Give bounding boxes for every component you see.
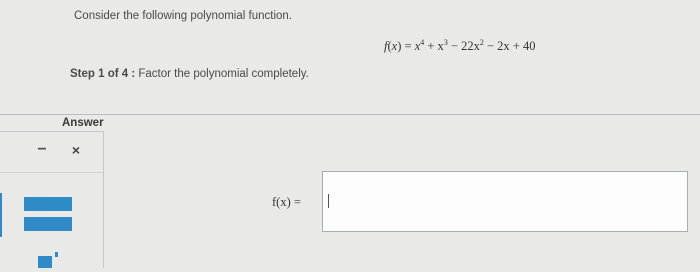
answer-label: Answer [62,117,104,129]
step-instruction: Step 1 of 4 : Factor the polynomial comp… [70,68,309,80]
answer-input[interactable] [322,171,688,232]
polynomial-definition: f(x) = x4 + x3 − 22x2 − 2x + 40 [384,38,536,54]
step-counter: Step 1 of 4 : [70,68,136,80]
close-icon[interactable]: × [68,140,84,160]
math-toolbar: − × [0,131,104,268]
exponent-button[interactable] [38,252,64,272]
exponent-icon [38,256,52,268]
fraction-button[interactable] [0,193,72,237]
step-text: Factor the polynomial completely. [138,68,309,80]
question-prompt: Consider the following polynomial functi… [74,10,292,22]
answer-section: Answer − × f(x) = [0,114,700,268]
minus-button[interactable]: − [36,140,48,160]
text-caret [328,194,329,208]
answer-input-label: f(x) = [272,195,301,209]
fraction-icon [0,193,2,237]
toolbar-divider [0,172,103,173]
